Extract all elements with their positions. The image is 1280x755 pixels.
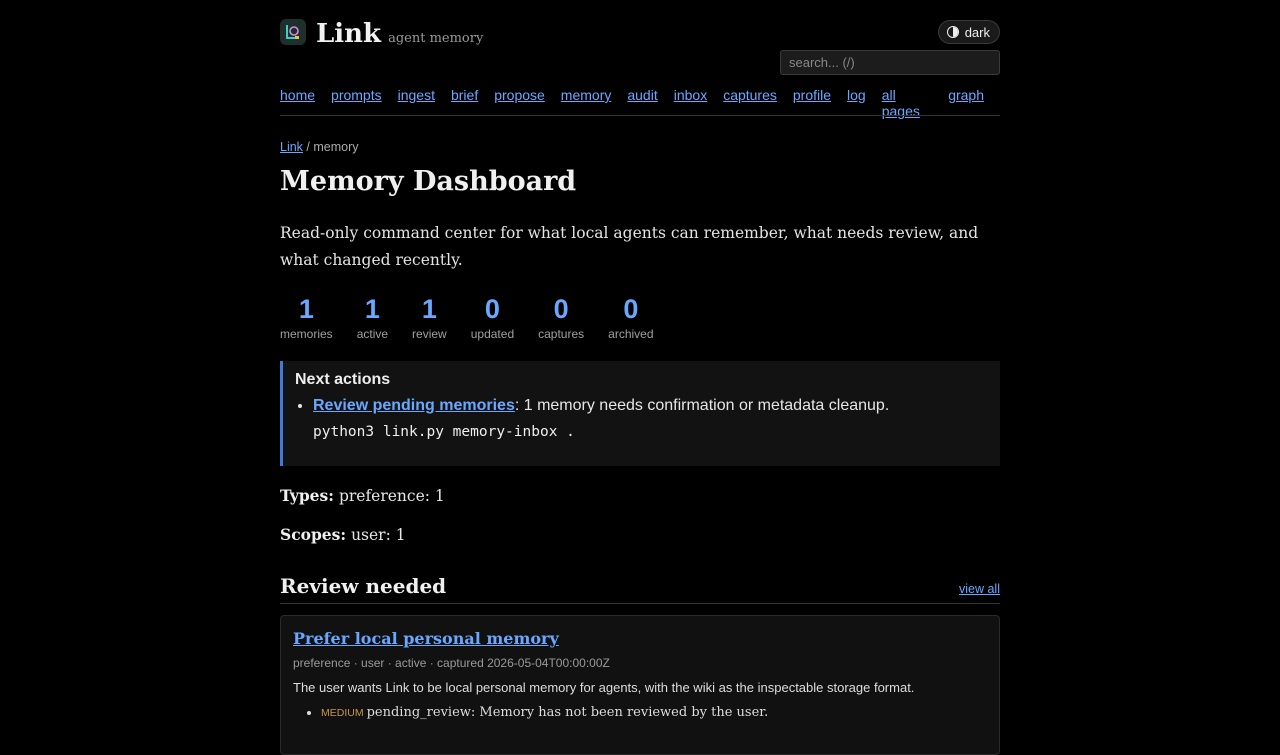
list-item: MEDIUMpending_review: Memory has not bee…	[321, 705, 987, 720]
memory-description: The user wants Link to be local personal…	[293, 680, 915, 695]
scopes-label: Scopes:	[280, 525, 347, 544]
half-circle-icon	[946, 26, 959, 38]
breadcrumb-separator: /	[306, 140, 310, 154]
stat-value: 1	[421, 294, 437, 324]
brand-subtitle: agent memory	[388, 31, 484, 46]
page-title: Memory Dashboard	[280, 166, 577, 197]
view-all-link[interactable]: view all	[959, 582, 1000, 596]
page: Link agent memory dark home prompts inge…	[280, 0, 1000, 755]
stat-value: 0	[484, 294, 500, 324]
page-intro: Read-only command center for what local …	[280, 224, 979, 269]
types-value: preference: 1	[338, 487, 445, 505]
stat-captures: 0 captures	[538, 293, 584, 341]
search-input[interactable]	[780, 50, 1000, 75]
stat-memories: 1 memories	[280, 293, 333, 341]
memory-card: Prefer local personal memory preference …	[280, 615, 1000, 755]
next-action-text: : 1 memory needs confirmation or metadat…	[514, 397, 890, 414]
stat-active: 1 active	[357, 293, 388, 341]
brand-name: Link	[316, 19, 382, 49]
breadcrumb: Link / memory	[280, 140, 359, 154]
review-pending-link[interactable]: Review pending memories	[313, 397, 515, 414]
stat-updated: 0 updated	[471, 293, 514, 341]
memory-issues: MEDIUMpending_review: Memory has not bee…	[293, 705, 987, 720]
header-divider	[280, 115, 1000, 116]
breadcrumb-root-link[interactable]: Link	[280, 140, 303, 154]
command-snippet: python3 link.py memory-inbox .	[313, 424, 575, 440]
stat-review: 1 review	[412, 293, 447, 341]
types-label: Types:	[280, 486, 334, 505]
stat-label: memories	[280, 327, 333, 341]
stat-label: archived	[608, 327, 654, 341]
stat-label: review	[412, 327, 447, 341]
stat-value: 0	[623, 294, 639, 324]
scopes-value: user: 1	[351, 526, 406, 544]
issue-text: pending_review: Memory has not been revi…	[366, 705, 769, 720]
stat-value: 1	[364, 294, 380, 324]
stat-value: 1	[298, 294, 314, 324]
site-header: Link agent memory dark home prompts inge…	[280, 0, 1000, 119]
scopes-summary: Scopes: user: 1	[280, 525, 406, 544]
next-actions-heading: Next actions	[295, 371, 391, 388]
next-actions-list: Review pending memories: 1 memory needs …	[295, 397, 988, 440]
review-heading: Review needed	[280, 574, 447, 598]
next-actions-panel: Next actions Review pending memories: 1 …	[280, 361, 1000, 466]
stat-label: active	[356, 327, 389, 341]
stat-archived: 0 archived	[608, 293, 653, 341]
brand[interactable]: Link agent memory	[280, 19, 484, 49]
theme-toggle-button[interactable]: dark	[937, 20, 1000, 44]
review-section-header: Review needed view all	[280, 574, 1000, 604]
memory-meta: preference · user · active · captured 20…	[293, 656, 610, 670]
list-item: Review pending memories: 1 memory needs …	[313, 397, 988, 440]
memory-title-link[interactable]: Prefer local personal memory	[293, 629, 559, 648]
stat-label: captures	[538, 327, 585, 341]
severity-badge: MEDIUM	[321, 707, 364, 719]
link-logo-icon	[280, 19, 306, 45]
stat-label: updated	[470, 327, 515, 341]
theme-toggle-label: dark	[964, 24, 990, 40]
breadcrumb-current: memory	[313, 140, 359, 154]
stat-value: 0	[553, 294, 569, 324]
types-summary: Types: preference: 1	[280, 486, 445, 505]
stats-row: 1 memories 1 active 1 review 0 updated 0…	[280, 293, 678, 341]
